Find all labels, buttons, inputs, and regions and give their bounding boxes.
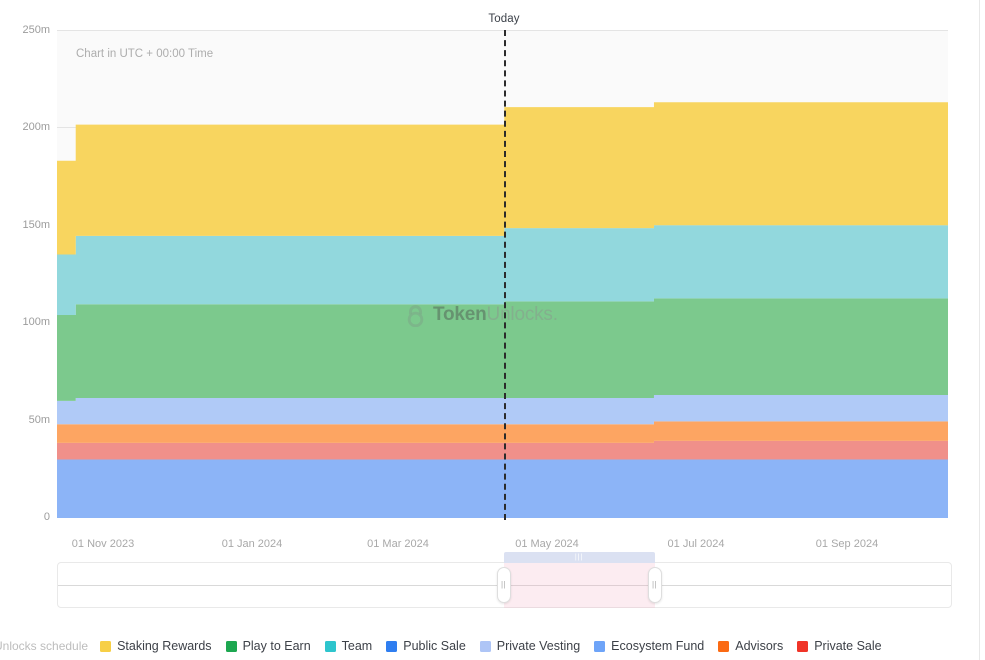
y-tick-label: 50m: [28, 414, 50, 426]
legend-item-label: Public Sale: [403, 639, 466, 653]
legend-swatch: [225, 640, 237, 652]
area-band: [57, 421, 948, 443]
legend-item-label: Ecosystem Fund: [611, 639, 705, 653]
chart-legend: Unlocks schedule Staking Rewards Play to …: [0, 636, 896, 656]
legend-item[interactable]: Team: [324, 639, 373, 653]
legend-swatch: [797, 640, 809, 652]
legend-item[interactable]: Staking Rewards: [100, 639, 212, 653]
x-tick-label: 01 Jul 2024: [667, 538, 725, 550]
handle-grip-icon: ||: [651, 580, 658, 589]
y-tick-label: 200m: [22, 121, 50, 133]
area-band: [57, 440, 948, 460]
legend-title: Unlocks schedule: [0, 639, 89, 653]
legend-swatch: [718, 640, 730, 652]
area-band: [57, 298, 948, 401]
range-slider-handle-left[interactable]: ||: [496, 567, 511, 603]
legend-item[interactable]: Private Sale: [797, 639, 882, 653]
legend-item-label: Private Sale: [814, 639, 882, 653]
area-band: [57, 395, 948, 425]
legend-item-label: Advisors: [735, 639, 784, 653]
x-tick-label: 01 Mar 2024: [367, 538, 429, 550]
range-slider[interactable]: ||| || ||: [57, 552, 952, 608]
legend-swatch: [479, 640, 491, 652]
x-axis: 01 Nov 2023 01 Jan 2024 01 Mar 2024 01 M…: [0, 538, 985, 558]
x-tick-label: 01 Sep 2024: [815, 538, 879, 550]
area-chart-svg: [57, 102, 948, 518]
legend-item[interactable]: Play to Earn: [225, 639, 311, 653]
y-tick-label: 0: [43, 511, 50, 523]
y-tick-label: 150m: [22, 219, 50, 231]
page-scrollbar-edge[interactable]: [979, 0, 980, 660]
legend-item-label: Staking Rewards: [117, 639, 212, 653]
area-band: [57, 459, 948, 518]
legend-swatch: [324, 640, 336, 652]
stacked-area-series: [57, 30, 948, 518]
legend-item-label: Private Vesting: [496, 639, 581, 653]
y-tick-label: 250m: [22, 24, 50, 36]
legend-item[interactable]: Advisors: [718, 639, 783, 653]
today-marker-label: Today: [488, 13, 520, 25]
token-unlocks-chart-page: Today 250m 200m 150m 100m 50m 0 Chart in…: [0, 0, 985, 660]
range-slider-drag-bar[interactable]: |||: [503, 552, 655, 563]
legend-item[interactable]: Ecosystem Fund: [594, 639, 704, 653]
y-tick-label: 100m: [22, 316, 50, 328]
y-axis: 250m 200m 150m 100m 50m 0: [0, 0, 50, 660]
x-tick-label: 01 Nov 2023: [71, 538, 135, 550]
legend-item[interactable]: Private Vesting: [479, 639, 581, 653]
range-slider-selection[interactable]: [503, 562, 655, 608]
legend-item-label: Team: [341, 639, 373, 653]
drag-bar-grip-icon: |||: [574, 554, 584, 561]
legend-swatch: [386, 640, 398, 652]
range-slider-handle-right[interactable]: ||: [647, 567, 662, 603]
legend-swatch: [594, 640, 606, 652]
legend-item[interactable]: Public Sale: [386, 639, 466, 653]
x-tick-label: 01 Jan 2024: [221, 538, 283, 550]
x-tick-label: 01 May 2024: [515, 538, 579, 550]
legend-item-label: Play to Earn: [242, 639, 311, 653]
legend-swatch: [100, 640, 112, 652]
handle-grip-icon: ||: [501, 580, 507, 589]
